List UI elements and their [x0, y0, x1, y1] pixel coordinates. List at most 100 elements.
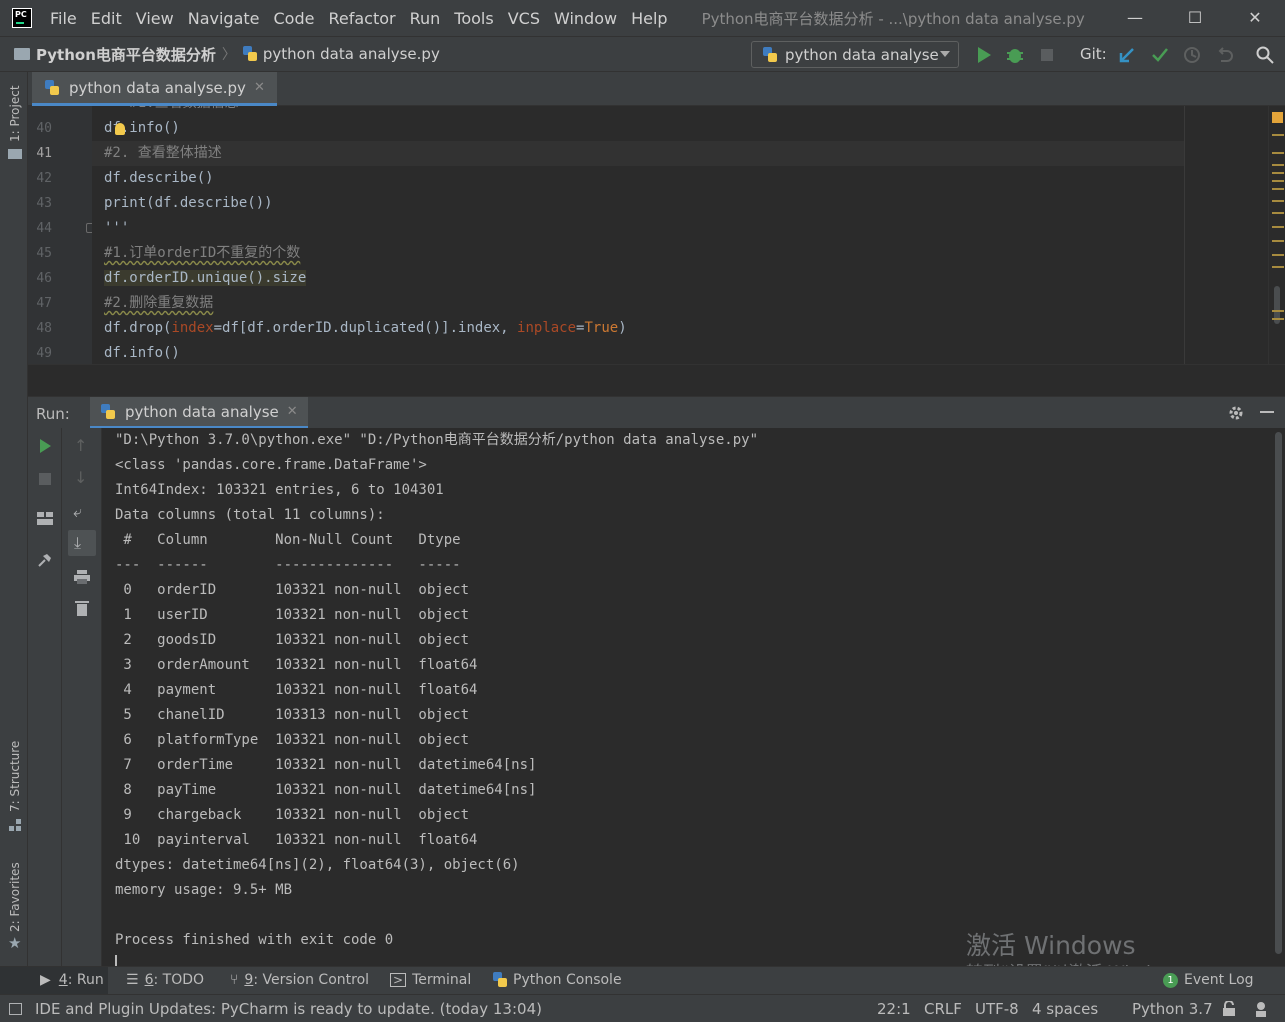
window-title: Python电商平台数据分析 - ...\python data analyse…	[701, 9, 1085, 28]
close-window-button[interactable]: ✕	[1225, 0, 1285, 36]
menu-edit[interactable]: Edit	[91, 9, 122, 28]
stop-run-icon[interactable]	[39, 473, 51, 485]
code-line-46: df.orderID.unique().size	[104, 266, 307, 291]
lightbulb-icon[interactable]	[115, 123, 125, 135]
warning-mark[interactable]	[1272, 266, 1284, 268]
lock-icon[interactable]	[1222, 1001, 1236, 1017]
tool-tab-python-console[interactable]: Python Console	[492, 972, 622, 988]
menu-run[interactable]: Run	[410, 9, 441, 28]
warning-mark[interactable]	[1272, 310, 1284, 312]
tool-tab-version-control[interactable]: ⑂ 9: Version Control	[230, 972, 369, 988]
line-number-gutter: 40 41 42 43 44 45 46 47 48 49	[28, 106, 96, 364]
pin-icon[interactable]	[37, 552, 53, 568]
error-stripe[interactable]	[1268, 106, 1285, 364]
rerun-icon[interactable]	[37, 438, 53, 454]
arrow-down-icon[interactable]: ↓	[74, 468, 87, 487]
editor-panel-divider[interactable]	[28, 364, 1285, 396]
soft-wrap-icon[interactable]: ⤶	[73, 502, 82, 522]
caret-position[interactable]: 22:1	[877, 1000, 911, 1018]
navigation-bar: Python电商平台数据分析 〉 python data analyse.py …	[0, 36, 1285, 72]
right-margin-guide	[1184, 106, 1185, 364]
warning-mark[interactable]	[1272, 318, 1284, 320]
code-line-48: df.drop(index=df[df.orderID.duplicated()…	[92, 316, 627, 341]
git-update-icon[interactable]	[1117, 45, 1137, 65]
menu-code[interactable]: Code	[274, 9, 315, 28]
code-editor[interactable]: #1.查看数据信息 df.info() #2. 查看整体描述 df.descri…	[92, 106, 1285, 364]
indent-setting[interactable]: 4 spaces	[1032, 1000, 1098, 1018]
menu-refactor[interactable]: Refactor	[328, 9, 395, 28]
file-encoding[interactable]: UTF-8	[975, 1000, 1019, 1018]
warning-mark[interactable]	[1272, 226, 1284, 228]
print-icon[interactable]	[74, 570, 90, 584]
project-tool-button[interactable]: 1: Project	[8, 85, 22, 142]
tool-tab-terminal[interactable]: > Terminal	[390, 972, 471, 988]
menu-vcs[interactable]: VCS	[508, 9, 540, 28]
status-message[interactable]: IDE and Plugin Updates: PyCharm is ready…	[35, 1000, 542, 1018]
search-icon[interactable]	[1255, 45, 1275, 65]
warning-mark[interactable]	[1272, 240, 1284, 242]
python-interpreter[interactable]: Python 3.7	[1132, 1000, 1213, 1018]
settings-gear-icon[interactable]	[1227, 404, 1245, 422]
console-line: 6 platformType 103321 non-null object	[115, 732, 470, 748]
line-number: 42	[36, 171, 52, 186]
warning-mark[interactable]	[1272, 152, 1284, 154]
hide-panel-icon[interactable]	[1260, 411, 1274, 413]
warning-mark[interactable]	[1272, 188, 1284, 190]
tab-run-python-data-analyse[interactable]: python data analyse ✕	[90, 397, 308, 429]
warning-mark[interactable]	[1272, 164, 1284, 166]
toggle-tool-windows-icon[interactable]	[9, 1003, 22, 1015]
warning-mark[interactable]	[1272, 212, 1284, 214]
debug-icon[interactable]	[1005, 45, 1025, 65]
code-token: =df[df.orderID.duplicated()].index,	[213, 320, 518, 336]
close-run-tab-icon[interactable]: ✕	[287, 404, 298, 419]
menu-tools[interactable]: Tools	[454, 9, 493, 28]
star-icon: ★	[8, 934, 22, 952]
structure-tool-button[interactable]: 7: Structure	[8, 741, 22, 812]
tool-tab-todo[interactable]: ☰ 6: TODO	[126, 972, 204, 988]
console-scroll-thumb[interactable]	[1275, 432, 1282, 954]
warning-mark[interactable]	[1272, 134, 1284, 136]
clear-all-trash-icon[interactable]	[75, 600, 89, 616]
breadcrumb-file[interactable]: python data analyse.py	[263, 45, 440, 63]
maximize-button[interactable]: ☐	[1165, 0, 1225, 36]
run-icon[interactable]	[974, 45, 994, 65]
breadcrumb-project[interactable]: Python电商平台数据分析	[36, 44, 216, 65]
console-line: 4 payment 103321 non-null float64	[115, 682, 478, 698]
favorites-tool-button[interactable]: 2: Favorites	[8, 862, 22, 932]
arrow-up-icon[interactable]: ↑	[74, 436, 87, 455]
console-scrollbar[interactable]	[1272, 428, 1285, 966]
line-separator[interactable]: CRLF	[924, 1000, 962, 1018]
tab-python-data-analyse[interactable]: python data analyse.py ✕	[32, 72, 277, 106]
history-icon[interactable]	[1182, 45, 1202, 65]
console-line: --- ------ -------------- -----	[115, 557, 461, 573]
inspector-hector-icon[interactable]	[1253, 1000, 1269, 1018]
console-output[interactable]: "D:\Python 3.7.0\python.exe" "D:/Python电…	[102, 428, 1272, 966]
warning-mark[interactable]	[1272, 254, 1284, 256]
console-line: 1 userID 103321 non-null object	[115, 607, 470, 623]
menu-help[interactable]: Help	[631, 9, 667, 28]
restore-layout-icon[interactable]	[37, 512, 53, 526]
tool-tab-run[interactable]: ▶ 4: Run	[40, 972, 104, 988]
title-bar: PC File Edit View Navigate Code Refactor…	[0, 0, 1285, 36]
code-line-41: #2. 查看整体描述	[104, 145, 222, 161]
warning-mark[interactable]	[1272, 172, 1284, 174]
menu-window[interactable]: Window	[554, 9, 617, 28]
close-tab-icon[interactable]: ✕	[254, 80, 265, 95]
rollback-icon[interactable]	[1215, 45, 1235, 65]
warning-icon[interactable]	[1272, 112, 1283, 123]
console-line: 0 orderID 103321 non-null object	[115, 582, 470, 598]
tool-tab-event-log[interactable]: 1 Event Log	[1163, 972, 1254, 988]
minimize-button[interactable]: —	[1105, 0, 1165, 36]
menu-file[interactable]: File	[50, 9, 77, 28]
line-number: 45	[36, 246, 52, 261]
menu-navigate[interactable]: Navigate	[188, 9, 260, 28]
run-configuration-dropdown[interactable]: python data analyse	[751, 41, 959, 68]
git-commit-icon[interactable]	[1150, 45, 1170, 65]
scroll-to-end-toggle[interactable]	[68, 530, 96, 556]
scroll-to-end-icon[interactable]: ⤓	[74, 533, 81, 553]
warning-mark[interactable]	[1272, 200, 1284, 202]
code-line-47: #2.删除重复数据	[104, 295, 214, 311]
menu-view[interactable]: View	[136, 9, 174, 28]
stop-icon[interactable]	[1037, 45, 1057, 65]
warning-mark[interactable]	[1272, 180, 1284, 182]
